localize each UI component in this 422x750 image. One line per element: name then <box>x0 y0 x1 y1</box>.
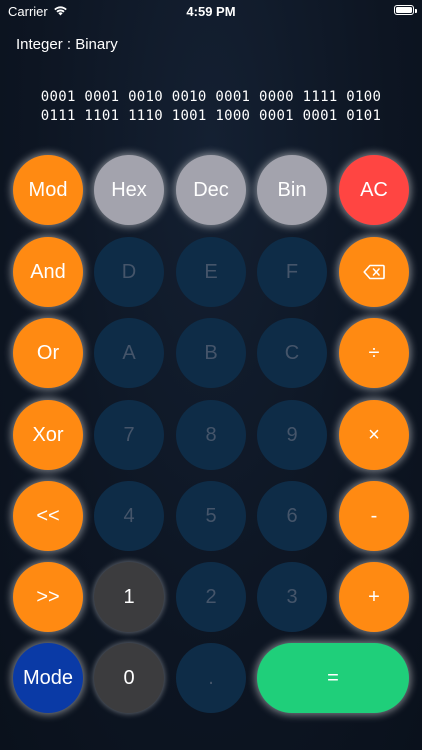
digit-5-button[interactable]: 5 <box>176 481 246 551</box>
or-button[interactable]: Or <box>13 318 83 388</box>
digit-2-button[interactable]: 2 <box>176 562 246 632</box>
all-clear-button[interactable]: AC <box>339 155 409 225</box>
equals-button[interactable]: = <box>257 643 409 713</box>
digit-b-button[interactable]: B <box>176 318 246 388</box>
digit-9-button[interactable]: 9 <box>257 400 327 470</box>
digit-6-button[interactable]: 6 <box>257 481 327 551</box>
digit-8-button[interactable]: 8 <box>176 400 246 470</box>
calculator-screen: Carrier 4:59 PM Integer : Binary 0001 00… <box>0 0 422 750</box>
digit-1-button[interactable]: 1 <box>94 562 164 632</box>
backspace-button[interactable] <box>339 237 409 307</box>
hex-button[interactable]: Hex <box>94 155 164 225</box>
and-button[interactable]: And <box>13 237 83 307</box>
decimal-point-button[interactable]: . <box>176 643 246 713</box>
digit-a-button[interactable]: A <box>94 318 164 388</box>
plus-button[interactable]: + <box>339 562 409 632</box>
digit-e-button[interactable]: E <box>176 237 246 307</box>
digit-7-button[interactable]: 7 <box>94 400 164 470</box>
dec-button[interactable]: Dec <box>176 155 246 225</box>
digit-4-button[interactable]: 4 <box>94 481 164 551</box>
xor-button[interactable]: Xor <box>13 400 83 470</box>
digit-f-button[interactable]: F <box>257 237 327 307</box>
digit-c-button[interactable]: C <box>257 318 327 388</box>
multiply-button[interactable]: × <box>339 400 409 470</box>
backspace-icon <box>363 264 385 280</box>
digit-3-button[interactable]: 3 <box>257 562 327 632</box>
mode-button[interactable]: Mode <box>13 643 83 713</box>
minus-button[interactable]: - <box>339 481 409 551</box>
shift-right-button[interactable]: >> <box>13 562 83 632</box>
keypad: Mod Hex Dec Bin AC And D E F Or A B C ÷ … <box>0 0 422 750</box>
mod-button[interactable]: Mod <box>13 155 83 225</box>
digit-d-button[interactable]: D <box>94 237 164 307</box>
digit-0-button[interactable]: 0 <box>94 643 164 713</box>
divide-button[interactable]: ÷ <box>339 318 409 388</box>
shift-left-button[interactable]: << <box>13 481 83 551</box>
bin-button[interactable]: Bin <box>257 155 327 225</box>
